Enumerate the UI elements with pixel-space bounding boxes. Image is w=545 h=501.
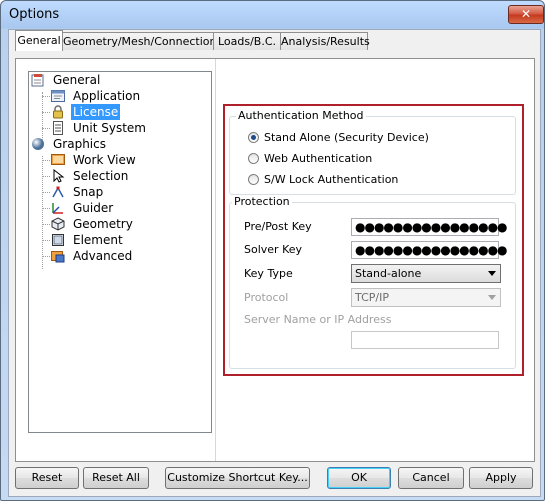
panel-divider — [215, 59, 216, 461]
options-dialog: Options ✕ General Geometry/Mesh/Connecti… — [0, 0, 545, 501]
window-title: Options — [9, 7, 60, 22]
graphics-sphere-icon — [31, 137, 45, 151]
tree-label-general: General — [53, 73, 101, 87]
snap-icon — [51, 185, 65, 199]
radio-dot-checked — [248, 132, 259, 143]
prepost-key-field[interactable]: ●●●●●●●●●●●●●●●● — [351, 218, 508, 236]
key-type-value: Stand-alone — [355, 267, 422, 280]
close-button[interactable]: ✕ — [508, 5, 544, 24]
protocol-label: Protocol — [244, 291, 289, 304]
auth-method-group: Authentication Method Stand Alone (Secur… — [229, 109, 516, 195]
tree-label-unit-system: Unit System — [73, 121, 146, 135]
advanced-icon — [51, 249, 65, 263]
radio-web-authentication-label: Web Authentication — [264, 152, 373, 165]
options-tree[interactable]: General Application License Unit System … — [28, 71, 212, 433]
tree-label-geometry: Geometry — [73, 217, 133, 231]
tree-label-advanced: Advanced — [73, 249, 133, 263]
application-icon — [51, 89, 65, 103]
auth-method-label: Authentication Method — [236, 109, 366, 122]
general-folder-icon — [31, 73, 45, 87]
customize-shortcut-key-button[interactable]: Customize Shortcut Key... — [165, 467, 310, 489]
protection-group: Protection Pre/Post Key ●●●●●●●●●●●●●●●●… — [229, 195, 516, 369]
tab-geometry-mesh-connections[interactable]: Geometry/Mesh/Connections — [62, 32, 222, 50]
license-settings-area: Authentication Method Stand Alone (Secur… — [223, 104, 524, 376]
reset-all-button[interactable]: Reset All — [83, 467, 149, 489]
server-address-field[interactable] — [351, 331, 499, 349]
tree-label-selection: Selection — [73, 169, 129, 183]
prepost-key-label: Pre/Post Key — [244, 220, 312, 233]
tree-label-application: Application — [73, 89, 141, 103]
radio-sw-lock-authentication-label: S/W Lock Authentication — [264, 173, 399, 186]
solver-key-field[interactable]: ●●●●●●●●●●●●●●●● — [351, 241, 508, 259]
ok-button[interactable]: OK — [327, 467, 391, 489]
lock-icon — [51, 105, 65, 119]
tree-label-guider: Guider — [73, 201, 114, 215]
tab-analysis-results[interactable]: Analysis/Results — [280, 32, 370, 50]
unit-system-icon — [51, 121, 65, 135]
solver-key-label: Solver Key — [244, 243, 303, 256]
dialog-body: General Geometry/Mesh/Connections Loads/… — [8, 29, 541, 497]
server-address-label: Server Name or IP Address — [244, 313, 392, 326]
selection-icon — [51, 168, 65, 183]
tab-loads-bc[interactable]: Loads/B.C. — [213, 32, 281, 50]
reset-button[interactable]: Reset — [15, 467, 79, 489]
tree-label-snap: Snap — [73, 185, 104, 199]
title-bar[interactable]: Options ✕ — [1, 1, 544, 29]
tree-label-work-view: Work View — [73, 153, 136, 167]
protocol-value: TCP/IP — [355, 291, 389, 304]
guider-icon — [51, 201, 65, 215]
apply-button[interactable]: Apply — [469, 467, 533, 489]
geometry-icon — [51, 217, 65, 231]
protection-label: Protection — [232, 195, 292, 208]
key-type-label: Key Type — [244, 267, 293, 280]
key-type-dropdown[interactable]: Stand-alone — [351, 264, 501, 283]
tree-label-graphics: Graphics — [53, 137, 106, 151]
tab-general[interactable]: General — [15, 30, 63, 51]
cancel-button[interactable]: Cancel — [398, 467, 464, 489]
work-view-icon — [51, 153, 65, 167]
radio-dot — [248, 153, 259, 164]
tree-label-element: Element — [73, 233, 123, 247]
tree-label-license: License — [71, 104, 121, 120]
element-icon — [51, 233, 65, 247]
tab-panel-general: General Application License Unit System … — [15, 58, 535, 462]
protocol-dropdown[interactable]: TCP/IP — [351, 288, 501, 307]
radio-dot — [248, 174, 259, 185]
chevron-down-icon — [488, 295, 496, 300]
chevron-down-icon — [488, 271, 496, 276]
radio-stand-alone-label: Stand Alone (Security Device) — [264, 131, 429, 144]
